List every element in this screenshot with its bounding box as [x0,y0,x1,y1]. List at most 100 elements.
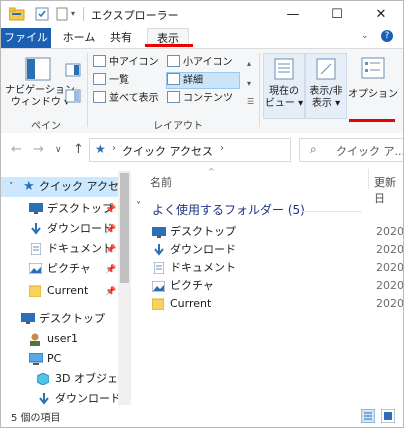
help-icon[interactable]: ? [381,30,393,42]
layout-content-label: コンテンツ [183,93,233,104]
nav-item-current-label: Current [47,284,89,297]
preview-pane-icon[interactable] [65,63,81,77]
back-arrow-icon[interactable]: ← [11,142,22,157]
nav-quick-access[interactable]: ˅ ★ クイック アクセス [1,177,130,197]
forward-arrow-icon[interactable]: → [33,142,44,157]
desktop-icon [21,313,35,324]
list-item-label: デスクトップ [170,225,236,238]
column-divider [368,169,369,189]
nav-desktop-root-label: デスクトップ [39,312,105,325]
path-separator-icon-2[interactable]: › [220,143,224,154]
list-item-date: 2020/ [376,279,403,292]
nav-item-downloads-label: ダウンロード [47,222,113,235]
properties-icon[interactable] [35,7,49,21]
tab-share[interactable]: 共有 [105,28,137,48]
download-arrow-icon [154,244,164,256]
tab-file[interactable]: ファイル [1,28,51,48]
document-icon [31,243,41,255]
show-hide-icon [316,58,336,80]
details-icon [167,73,180,85]
layout-list[interactable]: 一覧 [93,73,129,88]
download-arrow-icon [31,223,41,235]
layout-tiles[interactable]: 並べて表示 [93,91,159,106]
path-separator-icon: › [112,143,116,154]
collapse-ribbon-icon[interactable]: ⌄ [361,31,369,41]
current-view-button[interactable]: 現在の ビュー ▾ [263,53,305,119]
layout-list-label: 一覧 [109,75,129,86]
layout-scroll-up-icon[interactable]: ▴ [247,59,251,68]
navigation-bar: ← → ∨ ↑ ★ › クイック アクセス › ⌕ クイック ア... [1,133,403,167]
search-placeholder: クイック ア... [336,145,404,158]
show-hide-label-2: 表示 ▾ [311,98,341,109]
layout-small-icons[interactable]: 小アイコン [167,55,233,70]
layout-more-icon[interactable]: ☰ [247,97,254,106]
layout-medium-icons[interactable]: 中アイコン [93,55,159,70]
group-separator [87,53,88,127]
list-item-label: ドキュメント [170,261,236,274]
desktop-icon [29,203,43,214]
recent-dropdown-icon[interactable]: ∨ [55,145,62,155]
nav-item-desktop-label: デスクトップ [47,202,113,215]
address-path[interactable]: クイック アクセス [122,143,213,159]
document-icon [154,262,164,274]
list-icon [93,73,106,85]
details-view-icon[interactable] [361,409,375,423]
pin-icon: 📌 [105,287,117,297]
pictures-icon [29,263,42,274]
nav-downloads-pc-label: ダウンロード [55,392,121,405]
quick-access-toolbar-dropdown-icon[interactable]: ▾ [71,9,75,18]
pin-icon: 📌 [105,245,117,255]
expand-arrow-icon[interactable]: ˅ [9,177,14,197]
download-arrow-icon [39,393,49,405]
star-icon: ★ [23,179,35,194]
group-layout-label: レイアウト [153,121,203,132]
list-item-date: 2020/ [376,243,403,256]
up-arrow-icon[interactable]: ↑ [73,142,84,157]
layout-content[interactable]: コンテンツ [167,91,233,106]
options-button[interactable]: オプション [347,53,399,117]
folder-app-icon [9,7,25,21]
search-icon: ⌕ [310,142,317,156]
ribbon-view: ナビゲーション ウィンドウ ▾ ペイン 中アイコン 一覧 並べて表示 小アイコン… [1,48,403,134]
sort-arrow-icon: ^ [208,167,215,176]
details-pane-icon[interactable] [65,89,81,103]
column-header-name[interactable]: 名前 [150,174,172,190]
nav-item-pictures-label: ピクチャ [47,262,91,275]
current-view-label-2: ビュー ▾ [264,98,304,109]
user-icon [30,333,40,346]
options-label: オプション [348,89,398,100]
large-icons-view-icon[interactable] [381,409,395,423]
explorer-window: ▾ エクスプローラー — ☐ ✕ ファイル ホーム 共有 表示 ⌄ ? ナビゲー… [0,0,404,428]
options-icon [361,57,385,79]
new-folder-icon[interactable] [55,7,69,21]
current-view-icon [274,58,294,80]
minimize-button[interactable]: — [271,1,315,28]
list-item-date: 2020/ [376,225,403,238]
nav-pane-scroll-thumb[interactable] [120,173,129,283]
item-count: 5 個の項目 [11,413,61,424]
search-box[interactable]: ⌕ クイック ア... [299,138,404,162]
folder-icon [29,285,41,297]
nav-pc-label: PC [47,352,62,365]
nav-pane-scrollbar[interactable] [118,171,131,405]
list-item-label: ダウンロード [170,243,236,256]
small-icons-icon [167,55,180,67]
layout-medium-icons-label: 中アイコン [109,57,159,68]
title-separator [83,7,84,21]
address-bar[interactable]: ★ › クイック アクセス › [89,138,291,162]
show-hide-label-1: 表示/非 [309,86,343,97]
column-header-date[interactable]: 更新日 [374,174,403,206]
list-item-date: 2020/ [376,297,403,310]
show-hide-button[interactable]: 表示/非 表示 ▾ [305,53,347,119]
maximize-button[interactable]: ☐ [315,1,359,28]
window-title: エクスプローラー [91,9,179,22]
group-collapse-icon[interactable]: ˅ [136,201,141,212]
tab-home[interactable]: ホーム [59,28,99,48]
group-frequent-folders[interactable]: よく使用するフォルダー (5) [152,201,305,218]
nav-user-label: user1 [47,332,78,345]
layout-details[interactable]: 詳細 [166,72,240,89]
close-button[interactable]: ✕ [359,1,403,28]
layout-scroll-down-icon[interactable]: ▾ [247,79,251,88]
navigation-pane-icon [25,57,51,81]
layout-tiles-label: 並べて表示 [109,93,159,104]
